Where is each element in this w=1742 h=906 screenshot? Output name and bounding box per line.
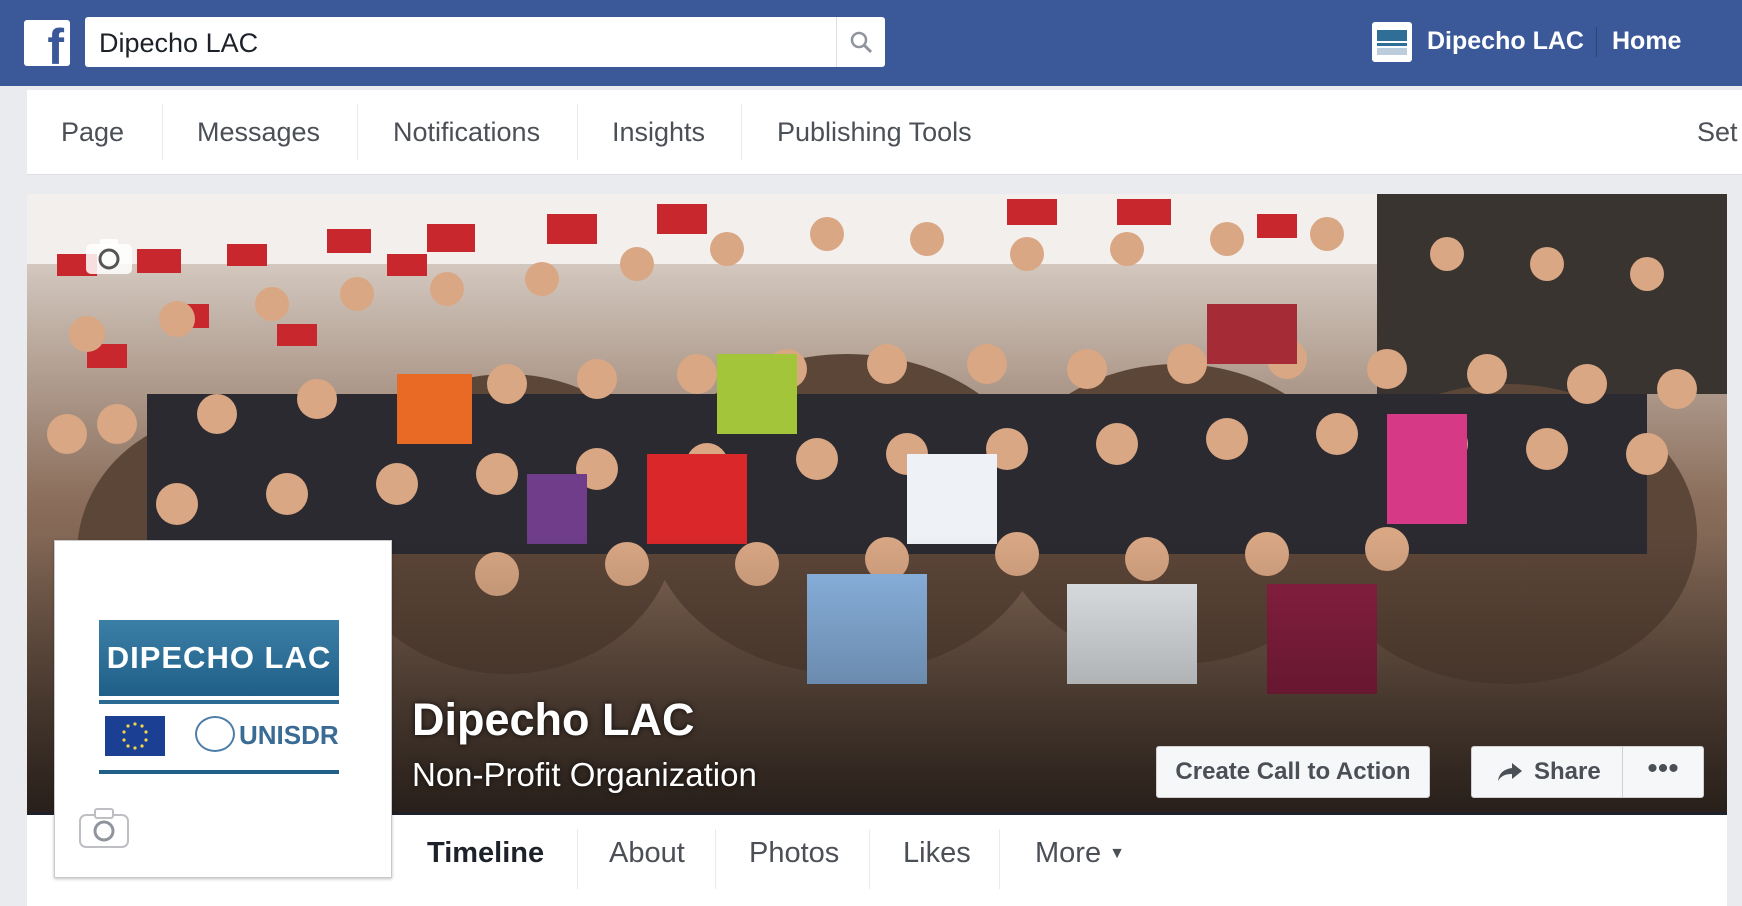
profile-picture[interactable]: DIPECHO LAC UNISDR [54,540,392,878]
tab-separator [577,829,578,889]
tab-photos[interactable]: Photos [749,837,839,870]
nav-page[interactable]: Page [61,90,124,174]
profile-camera-icon[interactable] [77,806,131,850]
nav-separator [162,104,163,160]
share-arrow-icon [1498,763,1522,781]
search-input-value[interactable]: Dipecho LAC [99,28,258,59]
facebook-logo-icon[interactable]: f [24,20,70,72]
nav-separator [741,104,742,160]
nav-insights[interactable]: Insights [612,90,705,174]
page-category[interactable]: Non-Profit Organization [412,756,757,794]
page-title: Dipecho LAC [412,694,695,745]
unisdr-label: UNISDR [239,720,339,750]
share-button[interactable]: Share [1471,746,1623,798]
nav-notifications[interactable]: Notifications [393,90,540,174]
nav-publishing-tools[interactable]: Publishing Tools [777,90,972,174]
page-avatar[interactable] [1372,22,1412,62]
more-dots-icon[interactable]: ••• [1622,746,1704,798]
page-admin-nav: Page Messages Notifications Insights Pub… [27,90,1742,175]
eu-flag-icon [105,716,165,756]
nav-separator [357,104,358,160]
search-icon [850,31,873,54]
top-page-name-link[interactable]: Dipecho LAC [1427,27,1584,56]
nav-settings[interactable]: Set [1697,90,1738,174]
tab-separator [869,829,870,889]
tab-likes[interactable]: Likes [903,837,971,870]
tab-separator [999,829,1000,889]
top-bar: f Dipecho LAC Dipecho LAC Home [0,0,1742,86]
logo-title: DIPECHO LAC [99,620,339,696]
share-label: Share [1534,758,1601,785]
nav-separator [577,104,578,160]
search-button[interactable] [836,17,885,67]
tab-about[interactable]: About [609,837,685,870]
tab-more[interactable]: More ▼ [1035,837,1125,870]
dipecho-logo: DIPECHO LAC UNISDR [99,620,339,774]
nav-messages[interactable]: Messages [197,90,320,174]
tab-timeline[interactable]: Timeline [427,837,544,870]
search-input[interactable]: Dipecho LAC [85,17,885,67]
top-divider [1596,27,1597,57]
create-call-to-action-button[interactable]: Create Call to Action [1156,746,1430,798]
caret-down-icon: ▼ [1109,845,1125,863]
tab-more-label: More [1035,837,1102,869]
cover-camera-icon[interactable] [84,236,134,276]
tab-separator [715,829,716,889]
home-link[interactable]: Home [1612,27,1681,56]
un-emblem-icon [195,716,235,752]
